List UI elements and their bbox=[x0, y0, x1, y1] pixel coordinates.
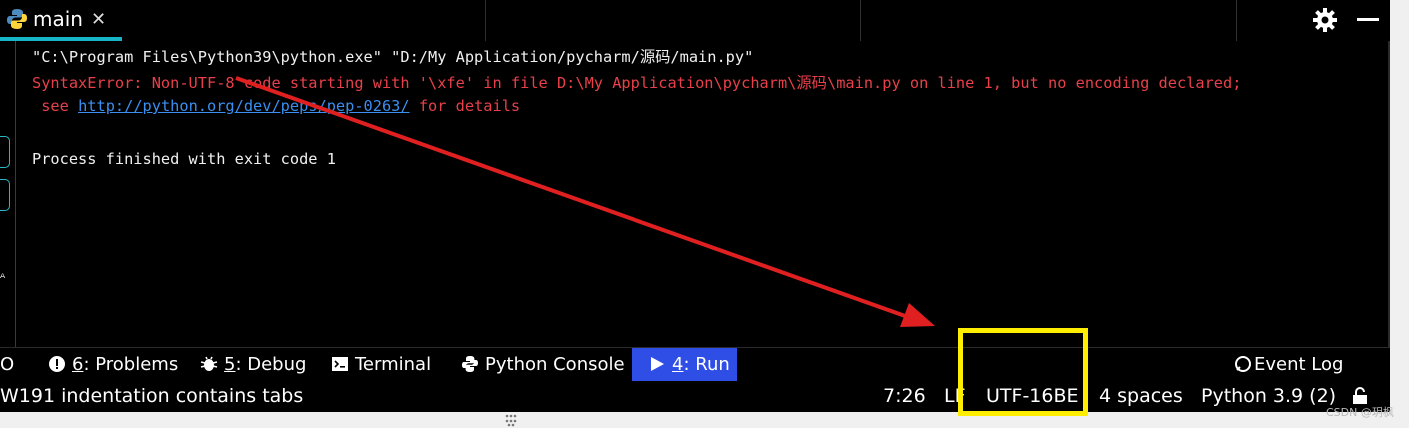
python-console-label: Python Console bbox=[485, 354, 625, 375]
see-suffix: for details bbox=[409, 97, 521, 115]
run-console[interactable]: "C:\Program Files\Python39\python.exe" "… bbox=[16, 41, 1388, 347]
python-console-icon bbox=[462, 356, 478, 372]
problems-shortcut: 6 bbox=[72, 354, 84, 375]
tab-title: main bbox=[33, 7, 83, 31]
python-interpreter[interactable]: Python 3.9 (2) bbox=[1201, 381, 1336, 412]
event-log-icon bbox=[1235, 356, 1251, 372]
event-log-label: Event Log bbox=[1254, 354, 1344, 375]
run-tool-button[interactable]: 4: Run bbox=[632, 348, 737, 382]
stop-button[interactable] bbox=[0, 179, 10, 211]
event-log-tool-button[interactable]: Event Log bbox=[1234, 348, 1343, 382]
debug-label: : Debug bbox=[235, 354, 307, 375]
bug-icon bbox=[200, 356, 218, 371]
close-icon[interactable]: ✕ bbox=[91, 9, 106, 30]
debug-shortcut: 5 bbox=[224, 354, 236, 375]
status-bar: W191 indentation contains tabs 7:26 LF U… bbox=[0, 381, 1390, 412]
tab-divider bbox=[860, 0, 861, 41]
drag-grip-icon[interactable] bbox=[504, 413, 518, 427]
see-prefix: see bbox=[32, 97, 79, 115]
console-error-line: SyntaxError: Non-UTF-8 code starting wit… bbox=[32, 74, 1242, 92]
minimize-icon[interactable] bbox=[1357, 18, 1379, 21]
rerun-button[interactable] bbox=[0, 136, 10, 168]
gear-icon[interactable] bbox=[1312, 7, 1338, 33]
indent-setting[interactable]: 4 spaces bbox=[1099, 381, 1183, 412]
console-see-line: see http://python.org/dev/peps/pep-0263/… bbox=[32, 97, 520, 115]
problems-label: : Problems bbox=[83, 354, 179, 375]
tab-main[interactable]: main ✕ bbox=[0, 0, 122, 41]
python-icon bbox=[7, 9, 27, 29]
window-bottom-edge bbox=[0, 412, 1409, 428]
editor-tab-bar: main ✕ bbox=[0, 0, 1390, 42]
run-toolbar-strip: ᴬ bbox=[0, 41, 16, 347]
console-exit-line: Process finished with exit code 1 bbox=[32, 150, 336, 168]
encoding-highlight-box bbox=[958, 328, 1088, 416]
run-label: : Run bbox=[683, 354, 730, 375]
todo-tool-button[interactable]: O bbox=[0, 348, 14, 382]
tab-divider bbox=[485, 0, 486, 41]
terminal-icon bbox=[332, 357, 348, 371]
caret-position[interactable]: 7:26 bbox=[883, 381, 926, 412]
watermark: CSDN @玥枫 bbox=[1326, 406, 1394, 419]
tab-divider bbox=[1236, 0, 1237, 41]
python-console-tool-button[interactable]: Python Console bbox=[461, 348, 625, 382]
play-icon bbox=[651, 357, 664, 371]
console-scrollbar[interactable] bbox=[1388, 41, 1390, 347]
terminal-label: Terminal bbox=[355, 354, 432, 375]
debug-tool-button[interactable]: 5: Debug bbox=[200, 348, 306, 382]
status-message[interactable]: W191 indentation contains tabs bbox=[0, 381, 303, 412]
tool-window-bar: O 6: Problems 5: Debug Terminal Python C… bbox=[0, 347, 1390, 382]
lock-icon[interactable] bbox=[1352, 387, 1368, 405]
warning-circle-icon bbox=[49, 356, 65, 372]
problems-tool-button[interactable]: 6: Problems bbox=[48, 348, 178, 382]
terminal-tool-button[interactable]: Terminal bbox=[331, 348, 431, 382]
console-command-line: "C:\Program Files\Python39\python.exe" "… bbox=[32, 48, 754, 66]
gutter-glyph: ᴬ bbox=[0, 271, 6, 285]
pep-link[interactable]: http://python.org/dev/peps/pep-0263/ bbox=[78, 97, 410, 115]
run-shortcut: 4 bbox=[672, 354, 684, 375]
